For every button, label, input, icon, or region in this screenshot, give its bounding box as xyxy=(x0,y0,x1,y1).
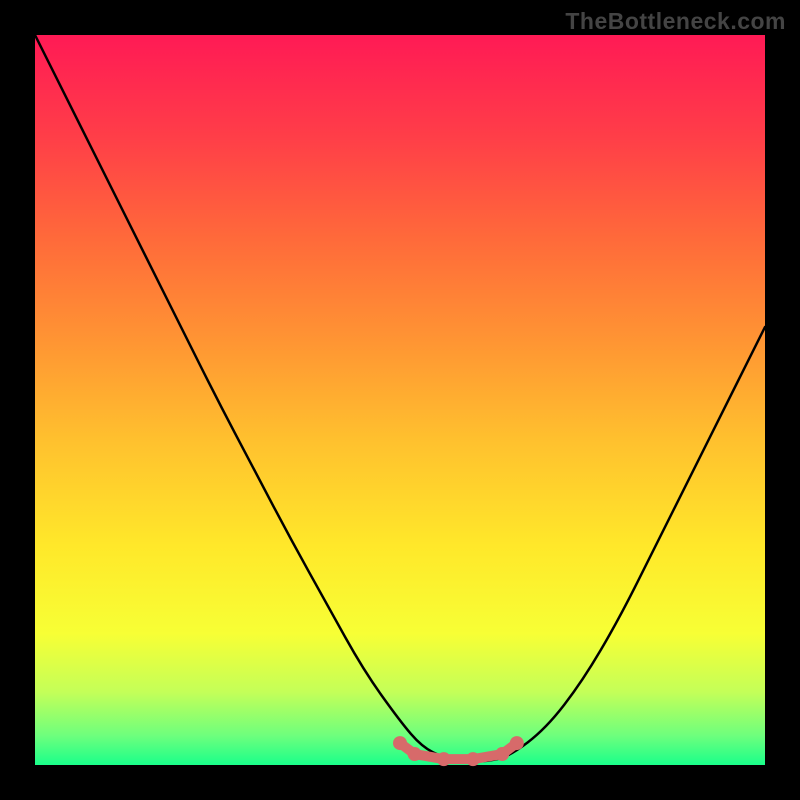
valley-marker-dot xyxy=(393,736,407,750)
plot-background xyxy=(35,35,765,765)
watermark-text: TheBottleneck.com xyxy=(565,8,786,35)
chart-stage: TheBottleneck.com xyxy=(0,0,800,800)
valley-marker-dot xyxy=(495,747,509,761)
chart-svg xyxy=(0,0,800,800)
valley-marker-dot xyxy=(437,752,451,766)
valley-marker-dot xyxy=(408,747,422,761)
valley-marker-dot xyxy=(510,736,524,750)
valley-marker-dot xyxy=(466,752,480,766)
